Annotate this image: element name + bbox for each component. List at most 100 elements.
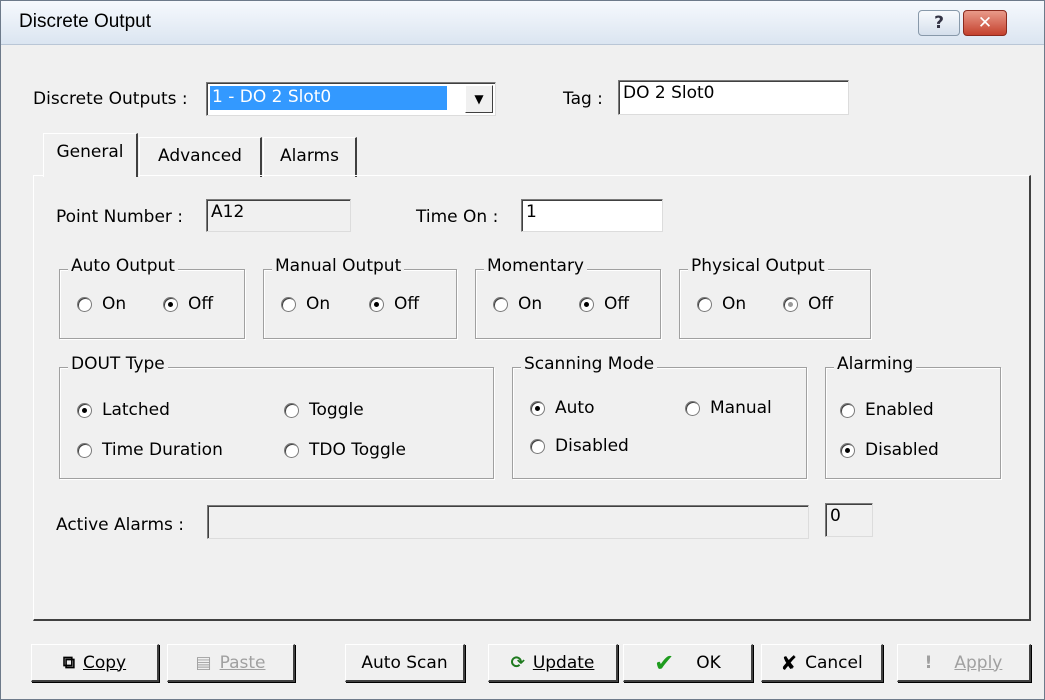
copy-button[interactable]: ⧉ Copy: [31, 644, 159, 682]
toggle-radio[interactable]: Toggle: [284, 400, 364, 420]
alarming-title: Alarming: [834, 354, 917, 374]
radio-selected-icon: [163, 296, 178, 312]
physical-output-off-radio: Off: [783, 294, 833, 314]
tab-alarms[interactable]: Alarms: [263, 137, 357, 177]
radio-icon: [284, 442, 299, 458]
manual-output-off-radio[interactable]: Off: [369, 294, 419, 314]
radio-icon: [697, 296, 712, 312]
radio-icon: [530, 438, 545, 454]
toggle-label: Toggle: [309, 400, 364, 420]
scan-manual-radio[interactable]: Manual: [685, 398, 772, 418]
alarming-disabled-radio[interactable]: Disabled: [840, 440, 939, 460]
x-icon: ✘: [780, 650, 798, 675]
copy-icon: ⧉: [62, 652, 75, 673]
paste-icon: ▤: [195, 652, 212, 673]
auto-scan-button[interactable]: Auto Scan: [345, 644, 465, 682]
scan-manual-label: Manual: [710, 398, 772, 418]
tdo-toggle-radio[interactable]: TDO Toggle: [284, 440, 406, 460]
active-alarms-field: [207, 505, 809, 539]
radio-icon: [685, 400, 700, 416]
momentary-off-label: Off: [604, 294, 630, 314]
ok-button[interactable]: ✔ OK: [623, 644, 753, 682]
active-alarms-label: Active Alarms :: [56, 515, 184, 535]
refresh-icon: ⟳: [510, 652, 525, 673]
latched-radio[interactable]: Latched: [77, 400, 170, 420]
copy-label: Copy: [83, 652, 127, 673]
auto-output-on-radio[interactable]: On: [77, 294, 126, 314]
close-button[interactable]: ✕: [963, 10, 1007, 36]
time-duration-radio[interactable]: Time Duration: [77, 440, 223, 460]
radio-selected-icon: [530, 400, 545, 416]
physical-output-title: Physical Output: [688, 256, 828, 276]
scan-auto-label: Auto: [555, 398, 595, 418]
discrete-outputs-dropdown[interactable]: 1 - DO 2 Slot0 ▼: [206, 82, 496, 116]
paste-button: ▤ Paste: [167, 644, 295, 682]
discrete-outputs-label: Discrete Outputs :: [33, 89, 188, 109]
manual-output-on-label: On: [306, 294, 331, 314]
tag-input[interactable]: DO 2 Slot0: [618, 80, 849, 115]
scan-disabled-radio[interactable]: Disabled: [530, 436, 629, 456]
discrete-outputs-selected: 1 - DO 2 Slot0: [210, 86, 447, 110]
chevron-down-icon[interactable]: ▼: [465, 85, 493, 113]
tab-advanced[interactable]: Advanced: [139, 137, 262, 177]
scanning-mode-title: Scanning Mode: [521, 354, 658, 374]
tdo-toggle-label: TDO Toggle: [309, 440, 406, 460]
momentary-on-radio[interactable]: On: [493, 294, 542, 314]
dout-type-title: DOUT Type: [68, 354, 168, 374]
apply-label: Apply: [954, 652, 1003, 673]
alarming-disabled-label: Disabled: [865, 440, 939, 460]
physical-output-group: Physical Output On Off: [679, 256, 871, 339]
auto-output-off-radio[interactable]: Off: [163, 294, 213, 314]
help-button[interactable]: ?: [918, 10, 960, 36]
scan-disabled-label: Disabled: [555, 436, 629, 456]
radio-selected-icon: [369, 296, 384, 312]
radio-selected-icon: [579, 296, 594, 312]
auto-output-title: Auto Output: [68, 256, 178, 276]
alarming-enabled-label: Enabled: [865, 400, 934, 420]
apply-button: ! Apply: [897, 644, 1031, 682]
active-alarms-count: 0: [825, 503, 873, 537]
auto-output-on-label: On: [102, 294, 127, 314]
momentary-group: Momentary On Off: [475, 256, 661, 339]
manual-output-title: Manual Output: [272, 256, 405, 276]
radio-icon: [493, 296, 508, 312]
ok-label: OK: [696, 652, 721, 673]
radio-icon: [281, 296, 296, 312]
radio-icon: [284, 402, 299, 418]
radio-icon: [840, 402, 855, 418]
time-on-label: Time On :: [416, 207, 499, 227]
momentary-title: Momentary: [484, 256, 587, 276]
auto-output-group: Auto Output On Off: [59, 256, 245, 339]
auto-scan-label: Auto Scan: [361, 652, 448, 673]
checkmark-icon: ✔: [654, 648, 675, 677]
radio-selected-icon: [783, 296, 798, 312]
time-duration-label: Time Duration: [102, 440, 223, 460]
latched-label: Latched: [102, 400, 170, 420]
manual-output-group: Manual Output On Off: [263, 256, 457, 339]
scanning-mode-group: Scanning Mode Auto Manual Disabled: [512, 354, 807, 479]
tab-general[interactable]: General: [43, 133, 138, 177]
physical-output-off-label: Off: [808, 294, 834, 314]
alarming-enabled-radio[interactable]: Enabled: [840, 400, 934, 420]
cancel-label: Cancel: [805, 652, 863, 673]
cancel-button[interactable]: ✘ Cancel: [761, 644, 883, 682]
exclamation-icon: !: [924, 652, 933, 673]
time-on-input[interactable]: 1: [521, 199, 663, 232]
point-number-field: A12: [206, 199, 351, 232]
point-number-label: Point Number :: [56, 207, 184, 227]
title-bar: Discrete Output ? ✕: [1, 1, 1044, 45]
update-button[interactable]: ⟳ Update: [488, 644, 618, 682]
radio-icon: [77, 296, 92, 312]
dout-type-group: DOUT Type Latched Toggle Time Duration T…: [59, 354, 494, 479]
radio-icon: [77, 442, 92, 458]
manual-output-on-radio[interactable]: On: [281, 294, 330, 314]
radio-selected-icon: [840, 442, 855, 458]
update-label: Update: [532, 652, 595, 673]
auto-output-off-label: Off: [188, 294, 214, 314]
momentary-off-radio[interactable]: Off: [579, 294, 629, 314]
momentary-on-label: On: [518, 294, 543, 314]
scan-auto-radio[interactable]: Auto: [530, 398, 594, 418]
tag-label: Tag :: [563, 89, 603, 109]
alarming-group: Alarming Enabled Disabled: [825, 354, 1001, 479]
discrete-output-dialog: Discrete Output ? ✕ Discrete Outputs : 1…: [0, 0, 1045, 700]
